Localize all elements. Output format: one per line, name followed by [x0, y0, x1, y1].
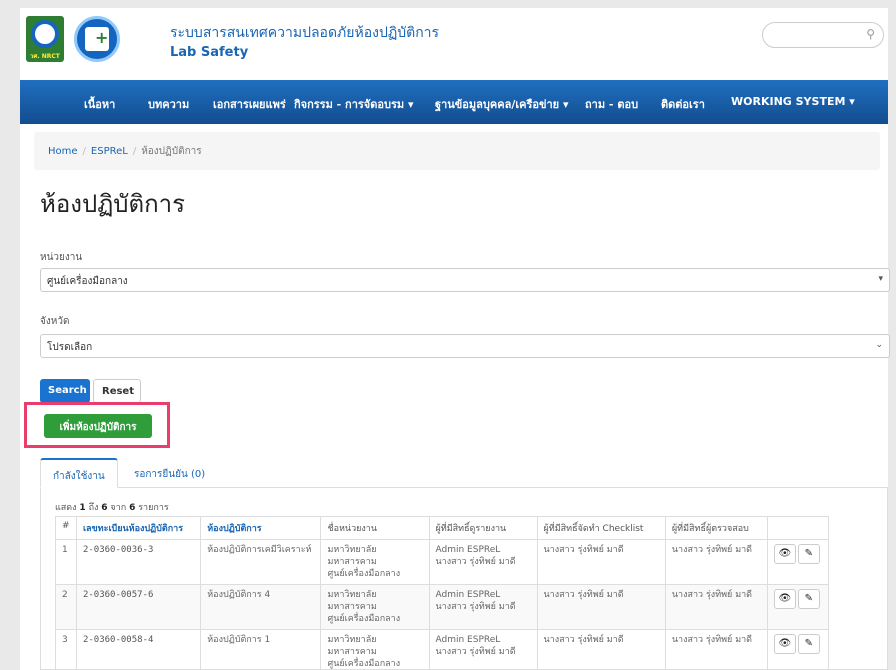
nrct-logo-text: วศ. NRCT	[30, 53, 60, 60]
entries-info: แสดง 1 ถึง 6 จาก 6 รายการ	[55, 503, 169, 513]
main-content: Home / ESPReL / ห้องปฏิบัติการ ห้องปฏิบัติกา…	[20, 124, 890, 670]
col-number: #	[55, 516, 77, 540]
site-header: วศ. NRCT + ระบบสารสนเทศความปลอดภัยห้องปฏ…	[20, 8, 888, 80]
lab-table: # เลขทะเบียนห้องปฏิบัติการ ห้องปฏิบัติกา…	[55, 516, 830, 670]
nrct-logo[interactable]: วศ. NRCT	[26, 16, 64, 62]
site-title[interactable]: ระบบสารสนเทศความปลอดภัยห้องปฏิบัติการ	[170, 24, 439, 42]
col-viewer[interactable]: ผู้ที่มีสิทธิ์ดูรายงาน	[428, 516, 538, 540]
nav-activities-dropdown[interactable]: กิจกรรม - การจัดอบรม ▾	[294, 95, 414, 113]
unit-label: หน่วยงาน	[40, 252, 83, 263]
status-tabs: กำลังใช้งาน รอการยืนยัน (0)	[40, 458, 888, 488]
row-number: 1	[55, 539, 77, 585]
tab-pending[interactable]: รอการยืนยัน (0)	[122, 458, 226, 488]
col-inspector[interactable]: ผู้ที่มีสิทธิ์ผู้ตรวจสอบ	[664, 516, 768, 540]
province-select[interactable]: โปรดเลือก ⌄	[40, 334, 890, 358]
nav-contact[interactable]: ติดต่อเรา	[661, 95, 705, 113]
col-org[interactable]: ชื่อหน่วยงาน	[320, 516, 430, 540]
chevron-down-icon: ⌄	[875, 340, 883, 350]
nrct-emblem-icon	[31, 20, 59, 48]
pencil-icon[interactable]: ✎	[797, 589, 820, 609]
table-row: 1 2-0360-0036-3 ห้องปฏิบัติการเคมีวิเครา…	[55, 539, 830, 585]
lab-safety-logo[interactable]: +	[74, 16, 120, 62]
org-name: มหาวิทยาลัยมหาสารคาม ศูนย์เครื่องมือกลาง	[320, 629, 430, 670]
viewer-names: Admin ESPReL นางสาว รุ่งทิพย์ มาดี	[428, 584, 538, 630]
lab-name: ห้องปฏิบัติการ 4	[200, 584, 322, 630]
nav-database-dropdown[interactable]: ฐานข้อมูลบุคคล/เครือข่าย ▾	[435, 95, 568, 113]
lab-flask-icon: +	[85, 27, 109, 51]
eye-icon[interactable]: 👁	[773, 544, 796, 564]
pencil-icon[interactable]: ✎	[797, 634, 820, 654]
table-row: 3 2-0360-0058-4 ห้องปฏิบัติการ 1 มหาวิทย…	[55, 629, 830, 670]
breadcrumb-espreL[interactable]: ESPReL	[91, 146, 128, 157]
registration-number: 2-0360-0036-3	[75, 539, 202, 585]
nav-articles[interactable]: บทความ	[148, 95, 189, 113]
checklist-name: นางสาว รุ่งทิพย์ มาดี	[536, 584, 666, 630]
checklist-name: นางสาว รุ่งทิพย์ มาดี	[536, 629, 666, 670]
chevron-down-icon: ▾	[878, 274, 883, 284]
eye-icon[interactable]: 👁	[773, 589, 796, 609]
nav-content[interactable]: เนื้อหา	[84, 95, 115, 113]
nav-publications[interactable]: เอกสารเผยแพร่	[213, 95, 286, 113]
registration-number: 2-0360-0057-6	[75, 584, 202, 630]
table-header-row: # เลขทะเบียนห้องปฏิบัติการ ห้องปฏิบัติกา…	[55, 516, 830, 540]
page-title: ห้องปฏิบัติการ	[40, 190, 186, 218]
lab-name: ห้องปฏิบัติการเคมีวิเคราะห์	[200, 539, 322, 585]
main-navigation: เนื้อหา บทความ เอกสารเผยแพร่ กิจกรรม - ก…	[20, 80, 888, 124]
lab-table-panel: แสดง 1 ถึง 6 จาก 6 รายการ # เลขทะเบียนห้…	[40, 488, 888, 670]
org-name: มหาวิทยาลัยมหาสารคาม ศูนย์เครื่องมือกลาง	[320, 539, 430, 585]
province-label: จังหวัด	[40, 316, 70, 327]
inspector-name: นางสาว รุ่งทิพย์ มาดี	[664, 629, 768, 670]
inspector-name: นางสาว รุ่งทิพย์ มาดี	[664, 584, 768, 630]
search-icon[interactable]: ⚲	[866, 27, 875, 41]
table-row: 2 2-0360-0057-6 ห้องปฏิบัติการ 4 มหาวิทย…	[55, 584, 830, 630]
breadcrumb: Home / ESPReL / ห้องปฏิบัติการ	[34, 132, 880, 170]
row-actions: 👁 ✎	[766, 539, 830, 585]
unit-select[interactable]: ศูนย์เครื่องมือกลาง ▾	[40, 268, 890, 292]
org-name: มหาวิทยาลัยมหาสารคาม ศูนย์เครื่องมือกลาง	[320, 584, 430, 630]
registration-number: 2-0360-0058-4	[75, 629, 202, 670]
nav-faq[interactable]: ถาม - ตอบ	[585, 95, 638, 113]
site-subtitle[interactable]: Lab Safety	[170, 45, 248, 60]
breadcrumb-current: ห้องปฏิบัติการ	[141, 146, 202, 157]
eye-icon[interactable]: 👁	[773, 634, 796, 654]
unit-select-value: ศูนย์เครื่องมือกลาง	[47, 276, 128, 287]
col-lab[interactable]: ห้องปฏิบัติการ	[200, 516, 322, 540]
col-checklist[interactable]: ผู้ที่มีสิทธิ์จัดทำ Checklist	[536, 516, 666, 540]
search-input[interactable]	[775, 28, 871, 39]
search-button[interactable]: Search	[40, 379, 90, 403]
row-number: 2	[55, 584, 77, 630]
inspector-name: นางสาว รุ่งทิพย์ มาดี	[664, 539, 768, 585]
reset-button[interactable]: Reset	[93, 379, 141, 403]
row-actions: 👁 ✎	[766, 629, 830, 670]
lab-name: ห้องปฏิบัติการ 1	[200, 629, 322, 670]
breadcrumb-home[interactable]: Home	[48, 146, 78, 157]
header-search: ⚲	[762, 22, 884, 48]
viewer-names: Admin ESPReL นางสาว รุ่งทิพย์ มาดี	[428, 629, 538, 670]
pencil-icon[interactable]: ✎	[797, 544, 820, 564]
checklist-name: นางสาว รุ่งทิพย์ มาดี	[536, 539, 666, 585]
col-actions	[766, 516, 830, 540]
nav-working-system-dropdown[interactable]: WORKING SYSTEM ▾	[731, 95, 855, 108]
row-actions: 👁 ✎	[766, 584, 830, 630]
tab-active[interactable]: กำลังใช้งาน	[40, 458, 118, 488]
col-registration[interactable]: เลขทะเบียนห้องปฏิบัติการ	[75, 516, 202, 540]
row-number: 3	[55, 629, 77, 670]
add-lab-button[interactable]: เพิ่มห้องปฏิบัติการ	[44, 414, 152, 438]
province-select-value: โปรดเลือก	[47, 342, 93, 353]
viewer-names: Admin ESPReL นางสาว รุ่งทิพย์ มาดี	[428, 539, 538, 585]
